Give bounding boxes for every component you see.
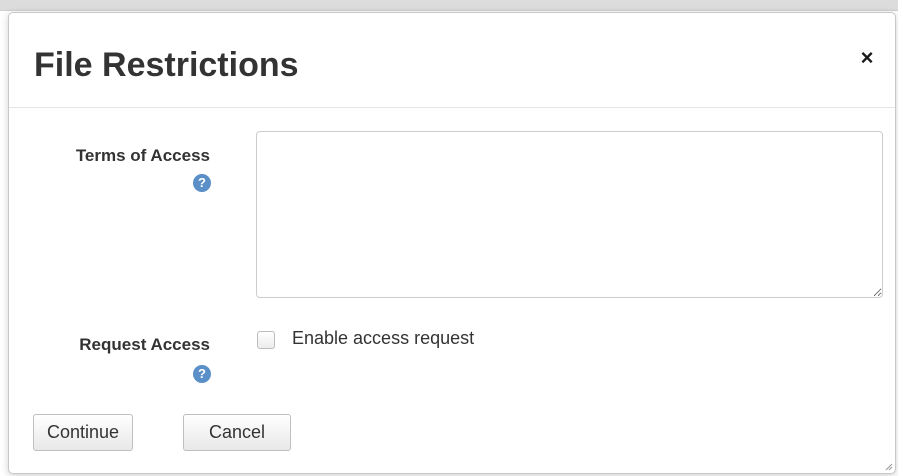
question-circle-icon[interactable]: ? bbox=[193, 365, 211, 383]
resize-grip-icon[interactable] bbox=[885, 463, 893, 471]
dialog-header: File Restrictions × bbox=[9, 13, 895, 108]
question-circle-icon[interactable]: ? bbox=[193, 174, 211, 192]
terms-of-access-label: Terms of Access bbox=[75, 146, 210, 165]
enable-access-request-label[interactable]: Enable access request bbox=[292, 328, 474, 349]
dialog-title: File Restrictions bbox=[34, 46, 299, 84]
request-access-label: Request Access bbox=[79, 335, 210, 354]
close-icon[interactable]: × bbox=[855, 43, 879, 73]
cancel-button[interactable]: Cancel bbox=[183, 414, 291, 451]
continue-button[interactable]: Continue bbox=[33, 414, 133, 451]
backdrop-top-strip bbox=[0, 0, 898, 11]
terms-of-access-textarea[interactable] bbox=[256, 131, 883, 298]
file-restrictions-dialog: File Restrictions × Terms of Access ? Re… bbox=[8, 12, 896, 474]
enable-access-request-checkbox[interactable] bbox=[257, 331, 275, 349]
